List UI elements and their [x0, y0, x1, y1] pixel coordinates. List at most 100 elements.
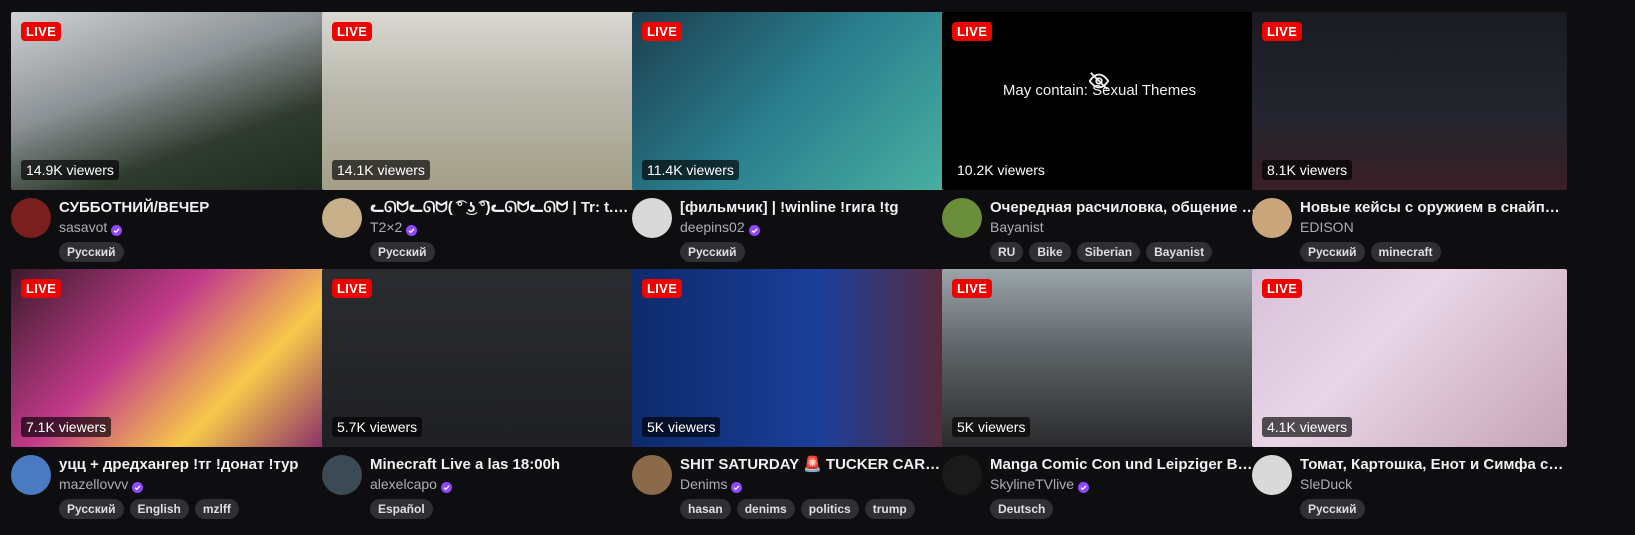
- tag-list: Русский: [1300, 499, 1567, 519]
- verified-icon: [731, 479, 743, 493]
- tag-chip[interactable]: English: [129, 499, 189, 519]
- channel-avatar[interactable]: [632, 455, 672, 495]
- stream-info: уцц + дредхангер !тг !донат !тур mazellov…: [59, 455, 326, 519]
- channel-name[interactable]: T2×2: [370, 218, 402, 237]
- channel-row: T2×2: [370, 218, 637, 237]
- tag-list: Русский: [680, 242, 947, 262]
- tag-chip[interactable]: Русский: [59, 242, 124, 262]
- verified-icon: [132, 479, 144, 493]
- tag-chip[interactable]: Русский: [1300, 242, 1365, 262]
- stream-thumbnail[interactable]: LIVE 8.1K viewers: [1252, 12, 1567, 190]
- stream-meta: Manga Comic Con und Leipziger Buc... Skyl…: [942, 455, 1257, 519]
- stream-card[interactable]: LIVE 14.9K viewers СУББОТНИЙ/ВЕЧЕР sasavot Р…: [11, 12, 326, 262]
- channel-name[interactable]: EDISON: [1300, 218, 1354, 237]
- channel-name[interactable]: deepins02: [680, 218, 745, 237]
- stream-meta: Новые кейсы с оружием в снайперах EDISON Р…: [1252, 198, 1567, 262]
- channel-avatar[interactable]: [322, 455, 362, 495]
- tag-chip[interactable]: Bayanist: [1146, 242, 1213, 262]
- live-badge: LIVE: [332, 22, 373, 41]
- channel-name[interactable]: SkylineTVlive: [990, 475, 1074, 494]
- stream-info: СУББОТНИЙ/ВЕЧЕР sasavot Русский: [59, 198, 326, 262]
- tag-chip[interactable]: Bike: [1029, 242, 1071, 262]
- stream-title[interactable]: Томат, Картошка, Енот и Симфа смо...: [1300, 455, 1567, 474]
- channel-avatar[interactable]: [632, 198, 672, 238]
- stream-thumbnail[interactable]: LIVE May contain: Sexual Themes 10.2K view…: [942, 12, 1257, 190]
- stream-info: Томат, Картошка, Енот и Симфа смо... SleD…: [1300, 455, 1567, 519]
- tag-list: Русский: [59, 242, 326, 262]
- stream-info: [фильмчик] | !winline !гига !tg deepins02…: [680, 198, 947, 262]
- channel-avatar[interactable]: [942, 455, 982, 495]
- stream-title[interactable]: Manga Comic Con und Leipziger Buc...: [990, 455, 1257, 474]
- stream-title[interactable]: SHIT SATURDAY 🚨 TUCKER CARLS...: [680, 455, 947, 474]
- channel-avatar[interactable]: [322, 198, 362, 238]
- stream-card[interactable]: LIVE 11.4K viewers [фильмчик] | !winline !…: [632, 12, 947, 262]
- stream-thumbnail[interactable]: LIVE 5K viewers: [632, 269, 947, 447]
- stream-title[interactable]: Новые кейсы с оружием в снайперах: [1300, 198, 1567, 217]
- live-badge: LIVE: [1262, 279, 1303, 298]
- stream-card[interactable]: LIVE 4.1K viewers Томат, Картошка, Енот и …: [1252, 269, 1567, 519]
- tag-chip[interactable]: Русский: [680, 242, 745, 262]
- verified-icon: [748, 222, 760, 236]
- tag-list: hasan denims politics trump: [680, 499, 947, 519]
- channel-name[interactable]: alexelcapo: [370, 475, 437, 494]
- viewer-count: 14.9K viewers: [21, 160, 119, 180]
- tag-chip[interactable]: denims: [736, 499, 795, 519]
- stream-grid: LIVE 14.9K viewers СУББОТНИЙ/ВЕЧЕР sasavot Р…: [0, 0, 1635, 535]
- channel-avatar[interactable]: [942, 198, 982, 238]
- live-badge: LIVE: [952, 279, 993, 298]
- channel-name[interactable]: SleDuck: [1300, 475, 1352, 494]
- live-badge: LIVE: [332, 279, 373, 298]
- stream-title[interactable]: СУББОТНИЙ/ВЕЧЕР: [59, 198, 326, 217]
- tag-chip[interactable]: politics: [800, 499, 859, 519]
- channel-name[interactable]: Bayanist: [990, 218, 1044, 237]
- live-badge: LIVE: [642, 279, 683, 298]
- channel-name[interactable]: Denims: [680, 475, 727, 494]
- stream-info: SHIT SATURDAY 🚨 TUCKER CARLS... Denims has…: [680, 455, 947, 519]
- tag-chip[interactable]: Siberian: [1076, 242, 1141, 262]
- stream-thumbnail[interactable]: LIVE 5K viewers: [942, 269, 1257, 447]
- tag-chip[interactable]: mzlff: [194, 499, 239, 519]
- tag-chip[interactable]: RU: [990, 242, 1024, 262]
- stream-thumbnail[interactable]: LIVE 4.1K viewers: [1252, 269, 1567, 447]
- live-badge: LIVE: [952, 22, 993, 41]
- stream-meta: уцц + дредхангер !тг !донат !тур mazellov…: [11, 455, 326, 519]
- stream-card[interactable]: LIVE 5K viewers SHIT SATURDAY 🚨 TUCKER CAR…: [632, 269, 947, 519]
- tag-chip[interactable]: Русский: [59, 499, 124, 519]
- stream-card[interactable]: LIVE 8.1K viewers Новые кейсы с оружием в …: [1252, 12, 1567, 262]
- channel-avatar[interactable]: [1252, 198, 1292, 238]
- stream-card[interactable]: LIVE 14.1K viewers ᓚᘏᗢᓚᘏᗢ( ͡° ͜ʖ ͡°)ᓚᘏᗢᓚᘏᗢ…: [322, 12, 637, 262]
- channel-avatar[interactable]: [11, 455, 51, 495]
- stream-thumbnail[interactable]: LIVE 14.1K viewers: [322, 12, 637, 190]
- channel-avatar[interactable]: [11, 198, 51, 238]
- stream-thumbnail[interactable]: LIVE 7.1K viewers: [11, 269, 326, 447]
- stream-card[interactable]: LIVE May contain: Sexual Themes 10.2K view…: [942, 12, 1257, 262]
- stream-title[interactable]: ᓚᘏᗢᓚᘏᗢ( ͡° ͜ʖ ͡°)ᓚᘏᗢᓚᘏᗢ | Tr: t.me/t2x..…: [370, 198, 637, 217]
- stream-title[interactable]: Minecraft Live a las 18:00h: [370, 455, 637, 474]
- verified-icon: [1078, 479, 1090, 493]
- stream-thumbnail[interactable]: LIVE 11.4K viewers: [632, 12, 947, 190]
- stream-meta: СУББОТНИЙ/ВЕЧЕР sasavot Русский: [11, 198, 326, 262]
- stream-title[interactable]: [фильмчик] | !winline !гига !tg: [680, 198, 947, 217]
- channel-name[interactable]: sasavot: [59, 218, 107, 237]
- stream-card[interactable]: LIVE 7.1K viewers уцц + дредхангер !тг !до…: [11, 269, 326, 519]
- tag-chip[interactable]: Español: [370, 499, 433, 519]
- stream-thumbnail[interactable]: LIVE 5.7K viewers: [322, 269, 637, 447]
- tag-chip[interactable]: Deutsch: [990, 499, 1054, 519]
- tag-list: RU Bike Siberian Bayanist: [990, 242, 1257, 262]
- stream-title[interactable]: уцц + дредхангер !тг !донат !тур: [59, 455, 326, 474]
- stream-thumbnail[interactable]: LIVE 14.9K viewers: [11, 12, 326, 190]
- channel-avatar[interactable]: [1252, 455, 1292, 495]
- tag-chip[interactable]: trump: [864, 499, 915, 519]
- tag-chip[interactable]: hasan: [680, 499, 731, 519]
- viewer-count: 5.7K viewers: [332, 417, 423, 437]
- tag-chip[interactable]: Русский: [1300, 499, 1365, 519]
- tag-chip[interactable]: minecraft: [1370, 242, 1441, 262]
- stream-card[interactable]: LIVE 5K viewers Manga Comic Con und Leipzi…: [942, 269, 1257, 519]
- channel-row: sasavot: [59, 218, 326, 237]
- live-badge: LIVE: [21, 22, 62, 41]
- stream-card[interactable]: LIVE 5.7K viewers Minecraft Live a las 18:…: [322, 269, 637, 519]
- channel-name[interactable]: mazellovvv: [59, 475, 128, 494]
- tag-chip[interactable]: Русский: [370, 242, 435, 262]
- stream-title[interactable]: Очередная расчиловка, общение и ...: [990, 198, 1257, 217]
- channel-row: SleDuck: [1300, 475, 1567, 494]
